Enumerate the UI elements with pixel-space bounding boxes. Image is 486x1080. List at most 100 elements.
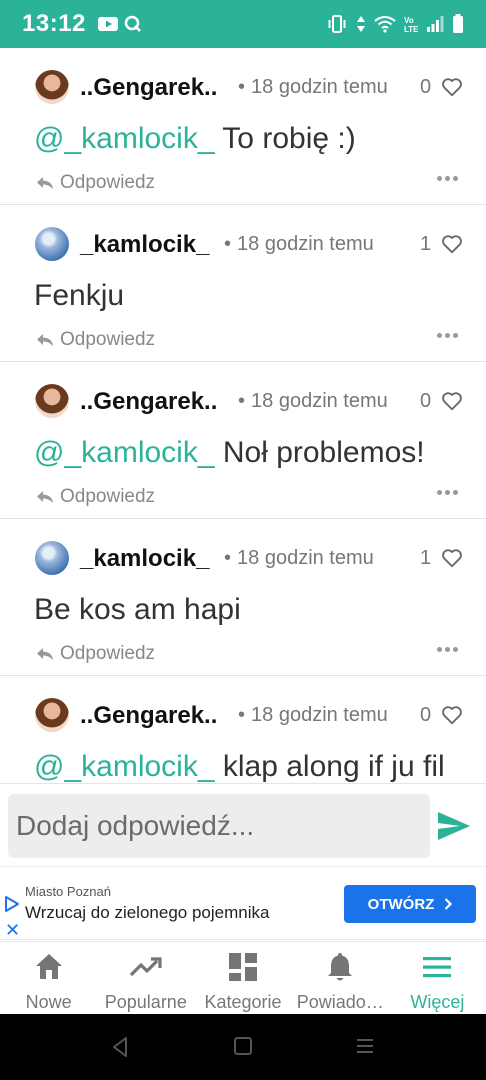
mention-link[interactable]: @_kamlocik_ bbox=[34, 750, 215, 783]
svg-text:Vo: Vo bbox=[404, 16, 414, 25]
nav-item-popularne[interactable]: Popularne bbox=[97, 942, 194, 1014]
ad-cta-button[interactable]: OTWÓRZ bbox=[344, 885, 476, 923]
status-right-icons: Vo LTE bbox=[326, 14, 464, 34]
comment-time: • 18 godzin temu bbox=[224, 547, 374, 569]
comment-time-text: 18 godzin temu bbox=[251, 704, 388, 726]
comment-time: • 18 godzin temu bbox=[238, 704, 388, 726]
comment-body: To robię :) bbox=[214, 122, 356, 155]
ad-cta-label: OTWÓRZ bbox=[367, 895, 435, 913]
trending-icon bbox=[129, 957, 162, 977]
ad-headline: Wrzucaj do zielonego pojemnika bbox=[25, 903, 270, 922]
comment-username[interactable]: ..Gengarek.. bbox=[80, 388, 217, 416]
heart-icon[interactable] bbox=[441, 390, 463, 412]
comment-time-text: 18 godzin temu bbox=[237, 547, 374, 569]
reply-button[interactable]: Odpowiedz bbox=[36, 172, 155, 194]
avatar[interactable] bbox=[35, 227, 69, 261]
comment-time-text: 18 godzin temu bbox=[237, 233, 374, 255]
like-count: 1 bbox=[420, 233, 432, 255]
comment-username[interactable]: _kamlocik_ bbox=[80, 545, 209, 573]
reply-label: Odpowiedz bbox=[60, 486, 156, 507]
mention-link[interactable]: @_kamlocik_ bbox=[34, 122, 215, 155]
comment-text: @_kamlocik_ To robię :) bbox=[34, 122, 356, 156]
comment-text: Be kos am hapi bbox=[34, 593, 241, 627]
comment-item: ..Gengarek.. • 18 godzin temu 0 @_kamloci… bbox=[0, 48, 486, 205]
heart-icon[interactable] bbox=[441, 233, 463, 255]
avatar[interactable] bbox=[35, 541, 69, 575]
comment-username[interactable]: _kamlocik_ bbox=[80, 231, 209, 259]
comment-text: @_kamlocik_ Noł problemos! bbox=[34, 436, 425, 470]
bell-icon bbox=[328, 953, 353, 981]
like-count: 0 bbox=[420, 390, 432, 412]
comment-body: Noł problemos! bbox=[214, 436, 425, 469]
nav-item-nowe[interactable]: Nowe bbox=[0, 942, 97, 1014]
reply-icon bbox=[37, 334, 53, 346]
wifi-icon bbox=[374, 15, 396, 33]
comment-username[interactable]: ..Gengarek.. bbox=[80, 74, 217, 102]
like-count: 0 bbox=[420, 76, 432, 98]
heart-icon[interactable] bbox=[441, 547, 463, 569]
comment-item: ..Gengarek.. • 18 godzin temu 0 @_kamloci… bbox=[0, 362, 486, 519]
recents-icon[interactable] bbox=[355, 1036, 375, 1056]
comment-time-text: 18 godzin temu bbox=[251, 390, 388, 412]
nav-item-wiecej[interactable]: Więcej bbox=[389, 942, 486, 1014]
reply-button[interactable]: Odpowiedz bbox=[36, 329, 155, 351]
reply-input[interactable] bbox=[8, 794, 430, 858]
comment-time-text: 18 godzin temu bbox=[251, 76, 388, 98]
home-icon bbox=[35, 954, 62, 979]
avatar[interactable] bbox=[35, 698, 69, 732]
comment-text: @_kamlocik_ klap along if ju fil bbox=[34, 750, 445, 783]
nav-item-powiadomienia[interactable]: Powiado… bbox=[292, 942, 389, 1014]
reply-bar bbox=[0, 783, 486, 865]
heart-icon[interactable] bbox=[441, 76, 463, 98]
comment-body: Be kos am hapi bbox=[34, 593, 241, 626]
nav-label: Powiado… bbox=[296, 992, 384, 1012]
menu-icon bbox=[423, 957, 452, 978]
ad-sponsor: Miasto Poznań bbox=[25, 884, 111, 899]
comment-body: Fenkju bbox=[34, 279, 125, 312]
status-bar: 13:12 Vo LTE bbox=[0, 0, 486, 48]
comments-list: ..Gengarek.. • 18 godzin temu 0 @_kamloci… bbox=[0, 48, 486, 783]
back-icon[interactable] bbox=[110, 1036, 130, 1058]
comment-time: • 18 godzin temu bbox=[238, 76, 388, 98]
ad-close-icon[interactable]: ✕ bbox=[5, 921, 20, 939]
reply-label: Odpowiedz bbox=[60, 329, 156, 350]
comment-item: ..Gengarek.. • 18 godzin temu 0 @_kamloci… bbox=[0, 676, 486, 783]
search-q-icon bbox=[124, 15, 142, 33]
ad-banner[interactable]: ✕ Miasto Poznań Wrzucaj do zielonego poj… bbox=[0, 866, 486, 940]
signal-icon bbox=[426, 15, 444, 33]
bottom-nav: Nowe Popularne Kategorie Powiado… Więcej bbox=[0, 941, 486, 1014]
volte-icon: Vo LTE bbox=[404, 15, 418, 33]
avatar[interactable] bbox=[35, 384, 69, 418]
vibrate-icon bbox=[326, 15, 348, 33]
home-button-icon[interactable] bbox=[233, 1036, 253, 1056]
nav-item-kategorie[interactable]: Kategorie bbox=[194, 942, 291, 1014]
reply-label: Odpowiedz bbox=[60, 643, 156, 664]
reply-label: Odpowiedz bbox=[60, 172, 156, 193]
nav-label: Kategorie bbox=[204, 992, 282, 1012]
more-options-icon[interactable] bbox=[437, 176, 458, 181]
nav-label: Więcej bbox=[410, 992, 465, 1012]
heart-icon[interactable] bbox=[441, 704, 463, 726]
more-options-icon[interactable] bbox=[437, 490, 458, 495]
comment-time: • 18 godzin temu bbox=[224, 233, 374, 255]
reply-button[interactable]: Odpowiedz bbox=[36, 486, 155, 508]
reply-icon bbox=[37, 177, 53, 189]
data-arrows-icon bbox=[356, 15, 366, 33]
more-options-icon[interactable] bbox=[437, 333, 458, 338]
comment-body: klap along if ju fil bbox=[214, 750, 445, 783]
status-time: 13:12 bbox=[22, 10, 86, 37]
mention-link[interactable]: @_kamlocik_ bbox=[34, 436, 215, 469]
comment-username[interactable]: ..Gengarek.. bbox=[80, 702, 217, 730]
status-left-icons bbox=[97, 15, 142, 33]
reply-button[interactable]: Odpowiedz bbox=[36, 643, 155, 665]
battery-icon bbox=[452, 14, 464, 34]
youtube-icon bbox=[97, 17, 118, 31]
avatar[interactable] bbox=[35, 70, 69, 104]
reply-icon bbox=[37, 491, 53, 503]
send-icon[interactable] bbox=[436, 810, 472, 842]
nav-label: Nowe bbox=[25, 992, 72, 1012]
nav-label: Popularne bbox=[104, 992, 187, 1012]
ad-choices-icon[interactable] bbox=[4, 895, 20, 913]
svg-text:LTE: LTE bbox=[404, 25, 418, 33]
more-options-icon[interactable] bbox=[437, 647, 458, 652]
